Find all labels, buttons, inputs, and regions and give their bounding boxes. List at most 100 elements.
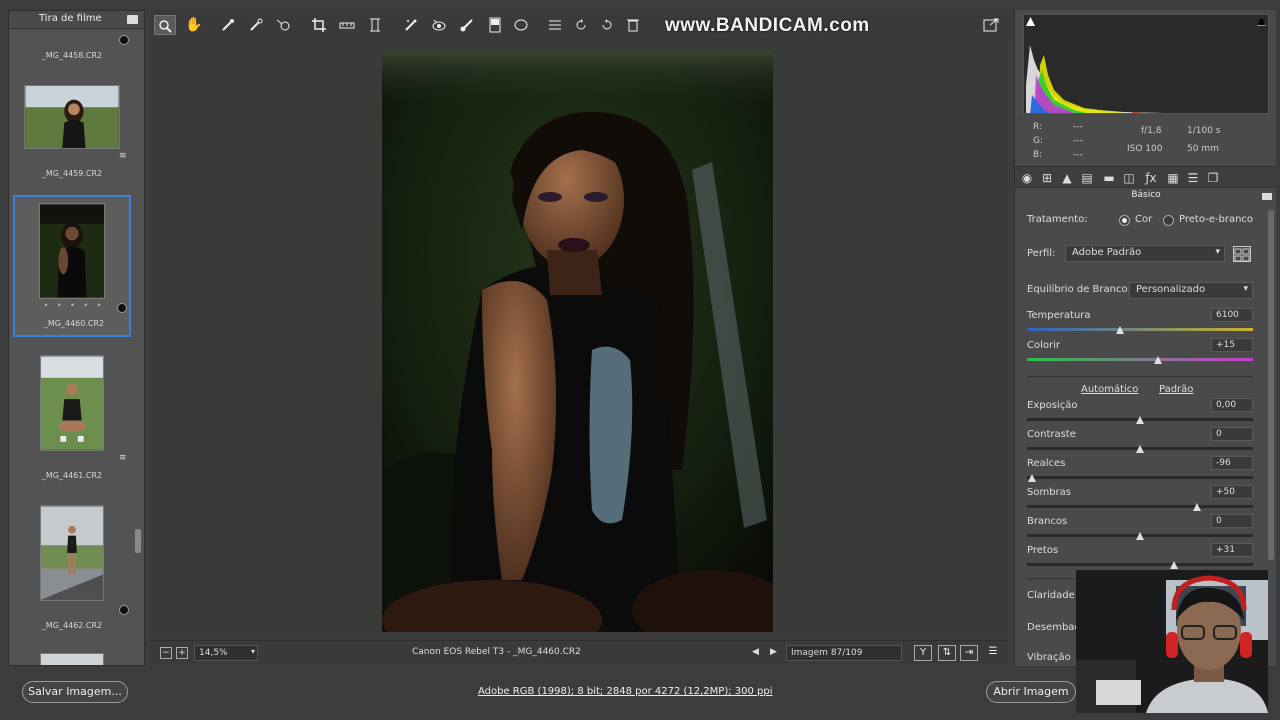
filmstrip-item[interactable]: ≡ _MG_4461.CR2: [13, 349, 131, 489]
crop-icon[interactable]: [308, 15, 330, 35]
profile-browser-icon[interactable]: [1233, 246, 1251, 262]
exposure-slider-thumb[interactable]: [1136, 416, 1144, 424]
tab-lens-icon[interactable]: ◫: [1121, 170, 1137, 186]
blacks-value[interactable]: +31: [1211, 543, 1253, 557]
filmstrip-menu-icon[interactable]: [127, 15, 138, 24]
tab-basic-icon[interactable]: ◉: [1019, 170, 1035, 186]
filmstrip-scrollbar[interactable]: [135, 41, 141, 661]
zoom-level-select[interactable]: 14,5% ▾: [194, 645, 258, 661]
filmstrip-list: _MG_4458.CR2 ≡ _MG_4459.CR2 • • • • • _M…: [9, 29, 144, 665]
scrollbar-thumb[interactable]: [1268, 210, 1274, 560]
shadows-slider-thumb[interactable]: [1192, 503, 1201, 511]
flag-icon[interactable]: [117, 303, 127, 313]
profile-select[interactable]: Adobe Padrão ▾: [1065, 245, 1225, 262]
transform-icon[interactable]: [364, 15, 386, 35]
zoom-out-button[interactable]: −: [160, 647, 172, 659]
tab-effects-icon[interactable]: ƒx: [1143, 170, 1159, 186]
spot-removal-icon[interactable]: [400, 15, 422, 35]
preferences-icon[interactable]: [544, 15, 566, 35]
swap-settings-icon[interactable]: ⇅: [938, 645, 956, 661]
temperature-value[interactable]: 6100: [1211, 308, 1253, 322]
auto-link[interactable]: Automático: [1081, 384, 1138, 395]
tint-slider-thumb[interactable]: [1154, 356, 1163, 364]
default-link[interactable]: Padrão: [1159, 384, 1193, 395]
previous-image-icon[interactable]: ◀: [752, 647, 759, 657]
adjustments-panel: R: G: B: --- --- --- f/1,8 1/100 s ISO 1…: [1014, 10, 1277, 666]
tab-hsl-icon[interactable]: ▤: [1079, 170, 1095, 186]
contrast-label: Contraste: [1027, 429, 1076, 440]
save-image-button[interactable]: Salvar Imagem...: [22, 681, 128, 703]
contrast-value[interactable]: 0: [1211, 427, 1253, 441]
highlights-slider-track[interactable]: [1027, 476, 1253, 479]
before-after-toggle-icon[interactable]: Y: [914, 645, 932, 661]
graduated-filter-icon[interactable]: [484, 15, 506, 35]
treatment-bw-radio[interactable]: [1163, 215, 1174, 226]
view-settings-icon[interactable]: ☰: [984, 645, 1002, 661]
tint-value[interactable]: +15: [1211, 338, 1253, 352]
open-image-button[interactable]: Abrir Imagem: [986, 681, 1076, 703]
filter-icon[interactable]: ≡: [119, 453, 129, 463]
preview-status-bar: − + 14,5% ▾ Canon EOS Rebel T3 - _MG_446…: [150, 640, 1008, 664]
white-balance-icon[interactable]: [217, 15, 239, 35]
tab-detail-icon[interactable]: ▲: [1059, 170, 1075, 186]
tab-snapshots-icon[interactable]: ❐: [1205, 170, 1221, 186]
panel-scrollbar[interactable]: [1268, 210, 1274, 660]
workflow-options-link[interactable]: Adobe RGB (1998); 8 bit; 2848 por 4272 (…: [478, 686, 773, 697]
filmstrip-item-label: _MG_4462.CR2: [41, 621, 103, 630]
adjustment-brush-icon[interactable]: [456, 15, 478, 35]
tab-split-toning-icon[interactable]: ▬: [1101, 170, 1117, 186]
treatment-bw-label: Preto-e-branco: [1179, 214, 1254, 225]
zoom-icon[interactable]: [154, 15, 176, 35]
flag-icon[interactable]: [119, 605, 129, 615]
scrollbar-thumb[interactable]: [135, 529, 141, 553]
straighten-icon[interactable]: [336, 15, 358, 35]
chevron-down-icon: ▾: [1243, 284, 1248, 294]
white-balance-select[interactable]: Personalizado ▾: [1129, 282, 1253, 299]
export-icon[interactable]: [980, 15, 1002, 35]
flag-icon[interactable]: [119, 35, 129, 45]
filmstrip-item[interactable]: ≡ _MG_4459.CR2: [13, 79, 131, 199]
filmstrip-item[interactable]: _MG_4458.CR2: [13, 29, 131, 65]
temperature-slider-track[interactable]: [1027, 328, 1253, 331]
panel-menu-icon[interactable]: [1262, 193, 1272, 200]
rotate-left-icon[interactable]: [570, 15, 592, 35]
copy-settings-icon[interactable]: ⇥: [960, 645, 978, 661]
shadows-slider-track[interactable]: [1027, 505, 1253, 508]
blacks-slider-thumb[interactable]: [1169, 561, 1178, 569]
filmstrip-item[interactable]: _MG_4462.CR2: [13, 499, 131, 639]
zoom-in-button[interactable]: +: [176, 647, 188, 659]
highlights-slider-thumb[interactable]: [1027, 474, 1036, 482]
thumbnail-image: [40, 355, 104, 451]
blacks-slider-track[interactable]: [1027, 563, 1253, 566]
temperature-slider-thumb[interactable]: [1115, 326, 1124, 334]
filmstrip-item[interactable]: [13, 649, 131, 665]
image-counter: Imagem 87/109: [786, 645, 902, 661]
rating-dots[interactable]: • • • • •: [15, 301, 133, 310]
filmstrip-panel: Tira de filme _MG_4458.CR2 ≡ _MG_4459.CR…: [8, 10, 145, 666]
tint-slider-track[interactable]: [1027, 358, 1253, 361]
whites-slider-thumb[interactable]: [1136, 532, 1144, 540]
trash-icon[interactable]: [622, 15, 644, 35]
exposure-value[interactable]: 0,00: [1211, 398, 1253, 412]
treatment-color-radio[interactable]: [1119, 215, 1130, 226]
preview-photo[interactable]: [382, 50, 773, 632]
tab-tone-curve-icon[interactable]: ⊞: [1039, 170, 1055, 186]
whites-value[interactable]: 0: [1211, 514, 1253, 528]
highlights-value[interactable]: -96: [1211, 456, 1253, 470]
hand-icon[interactable]: ✋: [183, 15, 205, 35]
red-eye-icon[interactable]: [428, 15, 450, 35]
contrast-slider-thumb[interactable]: [1136, 445, 1144, 453]
blacks-label: Pretos: [1027, 545, 1059, 556]
tab-calibration-icon[interactable]: ▦: [1165, 170, 1181, 186]
target-adjust-icon[interactable]: [273, 15, 295, 35]
filmstrip-item-selected[interactable]: • • • • • _MG_4460.CR2: [13, 195, 131, 337]
tab-presets-icon[interactable]: ☰: [1185, 170, 1201, 186]
radial-filter-icon[interactable]: [510, 15, 532, 35]
shadows-value[interactable]: +50: [1211, 485, 1253, 499]
color-sampler-icon[interactable]: [245, 15, 267, 35]
r-value: ---: [1073, 122, 1083, 132]
filter-icon[interactable]: ≡: [119, 151, 129, 161]
rotate-right-icon[interactable]: [596, 15, 618, 35]
next-image-icon[interactable]: ▶: [770, 647, 777, 657]
b-value: ---: [1073, 150, 1083, 160]
